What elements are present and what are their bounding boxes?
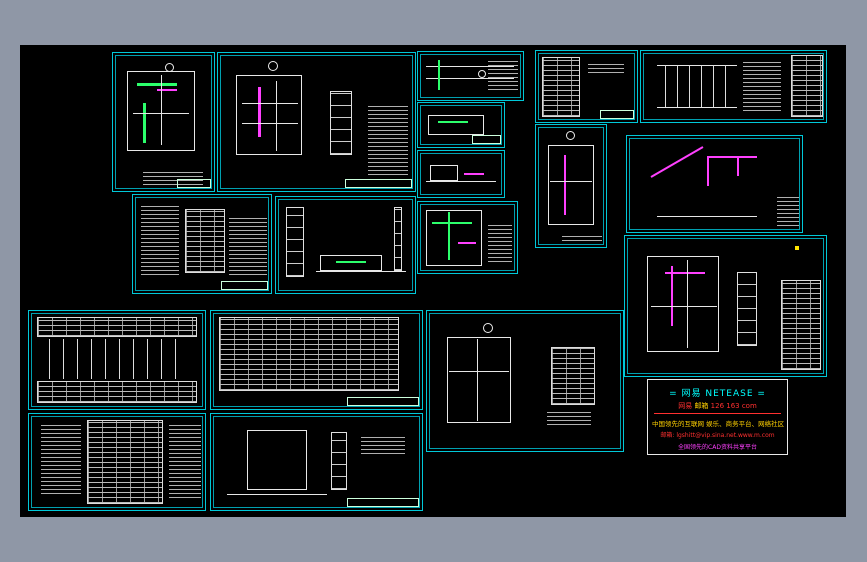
drawing-sheet-ground-plan[interactable] [417, 201, 518, 274]
netease-brand-line: 网易 邮箱 126 163 com [648, 401, 787, 411]
drawing-sheet-notes[interactable] [28, 413, 206, 511]
netease-email-line[interactable]: 邮箱: lgshitt@vip.sina.net.www.m.com [652, 430, 783, 439]
drawing-sheet-single-line[interactable] [28, 310, 206, 410]
drawing-sheet-details-2[interactable] [417, 102, 505, 148]
drawing-sheet-equipment-table[interactable] [210, 310, 423, 410]
netease-title: = 网易 NETEASE = [669, 389, 766, 399]
drawing-sheet-elevation-small[interactable] [417, 150, 505, 198]
netease-brand: 网易 [678, 402, 695, 410]
drawing-sheet-riser-diagram[interactable] [640, 50, 827, 123]
drawing-sheet-floor-plan-5[interactable] [426, 310, 624, 452]
netease-domain: 126 163 com [708, 402, 757, 410]
drawing-sheet-floor-plan-1[interactable] [112, 52, 215, 192]
drawing-sheet-floor-plan-4[interactable] [624, 235, 827, 377]
netease-info-block: = 网易 NETEASE = 网易 邮箱 126 163 com 中国领先的互联… [647, 379, 788, 455]
drawing-sheet-sections[interactable] [275, 196, 416, 294]
drawing-sheet-schedule-1[interactable] [535, 50, 638, 123]
netease-footer: 全国领先的CAD资料共享平台 [678, 444, 757, 451]
drawing-sheet-isometric-piping[interactable] [626, 135, 803, 233]
netease-highlight: 邮箱 [694, 402, 709, 410]
drawing-sheet-floor-plan-2[interactable] [217, 52, 416, 192]
drawing-sheet-specifications[interactable] [132, 194, 272, 294]
netease-slogan: 中国领先的互联网 娱乐、商务平台、网络社区 [652, 420, 785, 428]
drawing-sheet-floor-plan-3[interactable] [535, 124, 607, 248]
cad-drawing-viewport[interactable]: = 网易 NETEASE = 网易 邮箱 126 163 com 中国领先的互联… [20, 45, 846, 517]
drawing-sheet-site-plan[interactable] [210, 413, 423, 511]
drawing-sheet-details-1[interactable] [417, 51, 524, 101]
